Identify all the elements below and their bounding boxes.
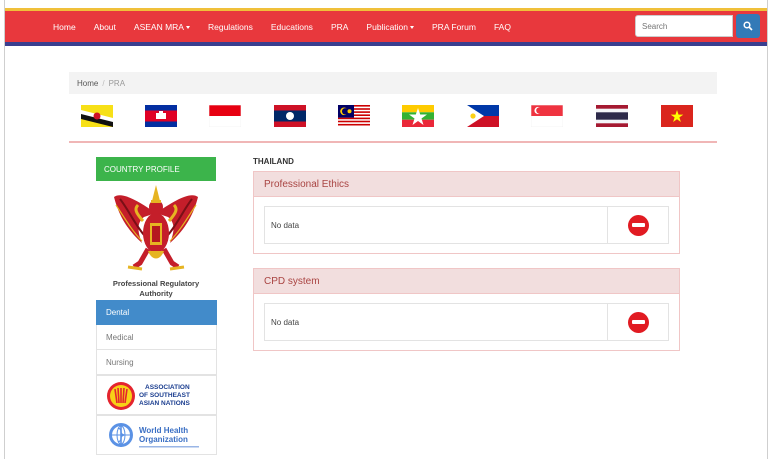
malaysia-flag[interactable] (338, 105, 370, 127)
no-entry-icon[interactable] (627, 311, 649, 333)
nav-menu: Home About ASEAN MRA Regulations Educati… (53, 11, 529, 42)
panel-title: Professional Ethics (254, 172, 679, 197)
asean-logo: ASSOCIATION OF SOUTHEAST ASIAN NATIONS (107, 382, 190, 410)
asean-logo-box[interactable]: ASSOCIATION OF SOUTHEAST ASIAN NATIONS (96, 375, 217, 415)
garuda-emblem (114, 185, 198, 271)
country-flags (69, 105, 717, 131)
philippines-flag[interactable] (467, 105, 499, 127)
profession-menu: Dental Medical Nursing (96, 300, 217, 375)
breadcrumb-home[interactable]: Home (77, 79, 98, 88)
myanmar-flag[interactable] (402, 105, 434, 127)
nav-educations[interactable]: Educations (271, 22, 313, 32)
authority-name: Professional Regulatory Authority (112, 279, 200, 298)
who-logo-box[interactable]: World Health Organization (96, 415, 217, 455)
cpd-system-panel: CPD system No data (253, 268, 680, 351)
singapore-flag[interactable] (531, 105, 563, 127)
caret-down-icon (410, 25, 415, 29)
nav-pra-forum[interactable]: PRA Forum (432, 22, 476, 32)
breadcrumb: Home / PRA (69, 72, 717, 94)
search-button[interactable] (736, 14, 760, 38)
svg-text:ASSOCIATION: ASSOCIATION (145, 384, 190, 391)
cambodia-flag[interactable] (145, 105, 177, 127)
svg-text:ASIAN NATIONS: ASIAN NATIONS (139, 400, 190, 407)
menu-item-dental[interactable]: Dental (96, 300, 217, 325)
who-logo: World Health Organization (109, 423, 199, 448)
no-entry-icon[interactable] (627, 214, 649, 236)
nav-publication[interactable]: Publication (366, 22, 415, 32)
table-row: No data (264, 206, 669, 244)
svg-text:OF SOUTHEAST: OF SOUTHEAST (139, 392, 190, 399)
professional-ethics-panel: Professional Ethics No data (253, 171, 680, 254)
row-value: No data (271, 220, 300, 230)
panel-title: CPD system (254, 269, 679, 294)
page-frame-left (4, 0, 5, 459)
row-value: No data (271, 317, 300, 327)
svg-text:Organization: Organization (139, 435, 188, 444)
svg-text:World Health: World Health (139, 426, 188, 435)
nav-faq[interactable]: FAQ (494, 22, 511, 32)
page-frame-right (767, 0, 768, 459)
search-icon (743, 21, 753, 31)
laos-flag[interactable] (274, 105, 306, 127)
indonesia-flag[interactable] (209, 105, 241, 127)
nav-asean-mra[interactable]: ASEAN MRA (134, 22, 190, 32)
nav-regulations[interactable]: Regulations (208, 22, 253, 32)
nav-about[interactable]: About (94, 22, 116, 32)
search-input[interactable] (635, 15, 733, 37)
menu-item-nursing[interactable]: Nursing (96, 350, 217, 375)
nav-pra[interactable]: PRA (331, 22, 348, 32)
country-title: THAILAND (253, 157, 294, 166)
caret-down-icon (185, 25, 190, 29)
thailand-flag[interactable] (596, 105, 628, 127)
breadcrumb-separator: / (102, 78, 105, 88)
nav-home[interactable]: Home (53, 22, 76, 32)
flag-divider (69, 141, 717, 143)
brunei-flag[interactable] (81, 105, 113, 127)
menu-item-medical[interactable]: Medical (96, 325, 217, 350)
breadcrumb-current: PRA (108, 78, 126, 88)
vietnam-flag[interactable] (661, 105, 693, 127)
top-navbar: Home About ASEAN MRA Regulations Educati… (5, 8, 767, 46)
table-row: No data (264, 303, 669, 341)
country-profile-header: COUNTRY PROFILE (96, 157, 216, 181)
